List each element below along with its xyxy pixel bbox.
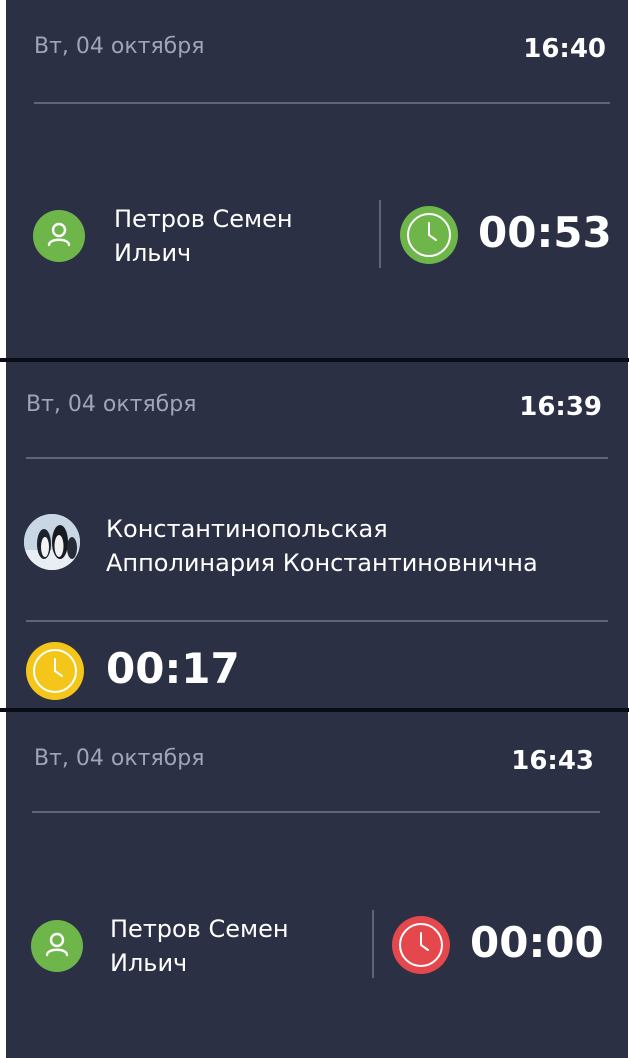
wait-timer: 00:00 (470, 918, 604, 967)
client-name: Константинопольская Апполинария Констант… (106, 512, 538, 580)
client-name-line-2: Ильич (110, 949, 188, 977)
ticket-card-1[interactable]: Вт, 04 октября 16:40 Петров Семен Ильич … (6, 0, 628, 358)
user-icon (33, 210, 85, 262)
clock-icon (400, 206, 458, 264)
body-divider (26, 620, 608, 622)
ticket-card-2[interactable]: Вт, 04 октября 16:39 Константинопольская… (6, 362, 628, 708)
header-divider (32, 811, 600, 813)
client-name-line-2: Апполинария Константиновнична (106, 549, 538, 577)
client-name-line-1: Петров Семен (114, 205, 293, 233)
card-time: 16:39 (519, 392, 602, 422)
clock-icon (392, 916, 450, 974)
client-name-line-2: Ильич (114, 239, 192, 267)
card-date: Вт, 04 октября (26, 392, 197, 417)
card-time: 16:43 (511, 746, 594, 776)
header-divider (34, 102, 610, 104)
wait-timer: 00:17 (106, 644, 240, 693)
client-name-line-1: Петров Семен (110, 915, 289, 943)
client-name: Петров Семен Ильич (114, 202, 293, 270)
clock-icon (26, 642, 84, 700)
card-time: 16:40 (523, 34, 606, 64)
vertical-divider (379, 200, 381, 268)
header-divider (26, 457, 608, 459)
vertical-divider (372, 910, 374, 978)
ticket-card-3[interactable]: Вт, 04 октября 16:43 Петров Семен Ильич … (6, 712, 628, 1058)
client-name: Петров Семен Ильич (110, 912, 289, 980)
wait-timer: 00:53 (478, 208, 612, 257)
card-date: Вт, 04 октября (34, 34, 205, 59)
client-name-line-1: Константинопольская (106, 515, 388, 543)
user-icon (31, 920, 83, 972)
card-date: Вт, 04 октября (34, 746, 205, 771)
penguin-photo-avatar (24, 514, 80, 570)
